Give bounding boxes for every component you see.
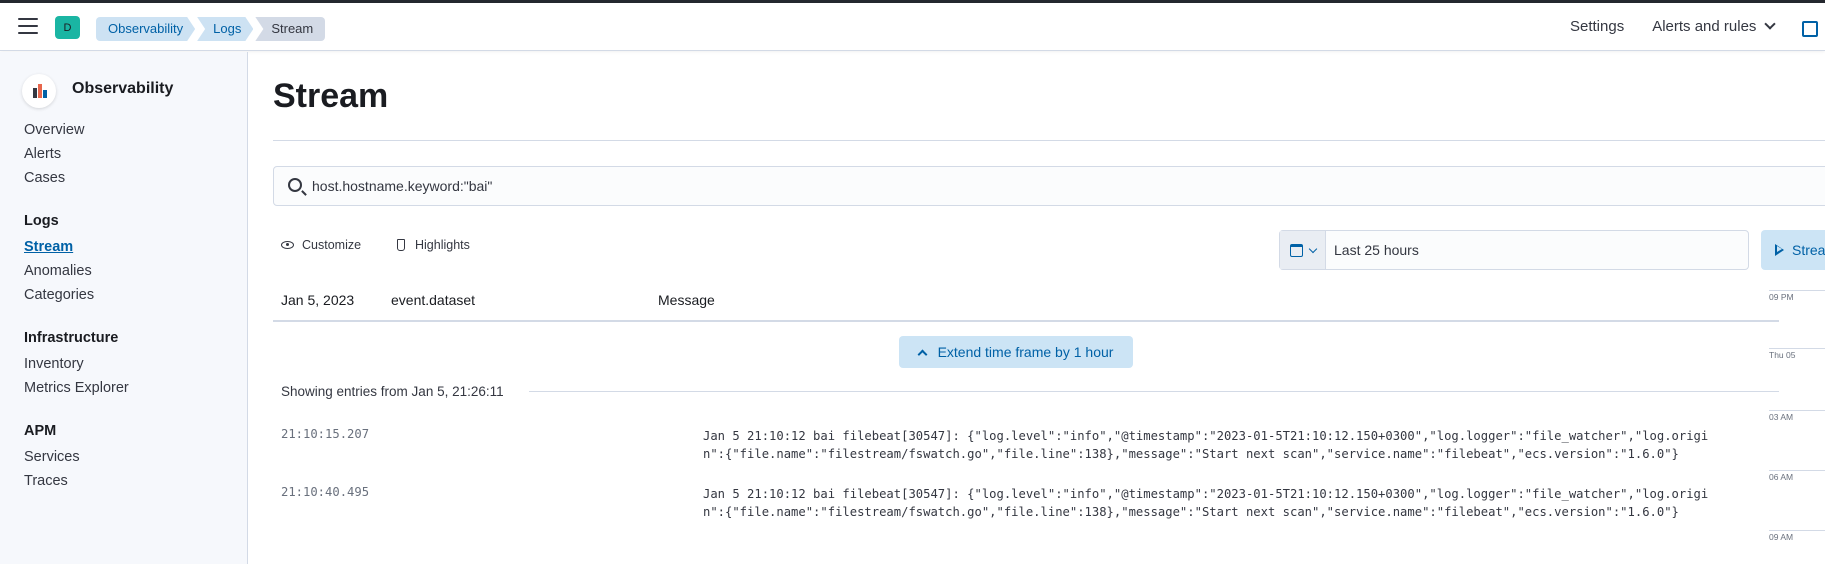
- side-nav: Observability Overview Alerts Cases Logs…: [0, 52, 248, 564]
- add-data-icon[interactable]: [1802, 21, 1818, 37]
- highlights-label: Highlights: [415, 238, 470, 252]
- breadcrumb-logs[interactable]: Logs: [197, 17, 253, 41]
- sidebar-item-inventory[interactable]: Inventory: [24, 356, 84, 372]
- breadcrumb-stream: Stream: [255, 17, 326, 41]
- column-header-message: Message: [658, 292, 715, 308]
- customize-button[interactable]: Customize: [281, 238, 361, 252]
- search-bar: [273, 166, 1825, 206]
- sidebar-item-services[interactable]: Services: [24, 449, 80, 465]
- stream-button-label: Strea: [1792, 242, 1825, 258]
- menu-icon[interactable]: [18, 18, 38, 34]
- sidebar-item-overview[interactable]: Overview: [24, 122, 84, 138]
- log-entry-row[interactable]: 21:10:40.495 Jan 5 21:10:12 bai filebeat…: [273, 485, 1779, 551]
- log-timestamp: 21:10:15.207: [281, 427, 370, 441]
- observability-logo-icon: [22, 74, 56, 108]
- extend-label: Extend time frame by 1 hour: [937, 344, 1114, 360]
- column-headers: Jan 5, 2023 event.dataset Message: [273, 292, 1779, 322]
- sidebar-item-cases[interactable]: Cases: [24, 170, 65, 186]
- eye-icon: [281, 241, 294, 249]
- chevron-up-icon: [917, 349, 928, 359]
- main-content: Stream Customize Highlights Last 25 hour…: [249, 52, 1825, 564]
- minimap-tick: 06 AM: [1769, 470, 1825, 482]
- search-icon: [288, 178, 302, 192]
- sidebar-group-apm: APM: [24, 423, 57, 439]
- breadcrumb: Observability Logs Stream: [96, 17, 327, 41]
- chevron-down-icon: [1308, 244, 1317, 253]
- sidebar-item-categories[interactable]: Categories: [24, 287, 94, 303]
- log-message: Jan 5 21:10:12 bai filebeat[30547]: {"lo…: [703, 429, 1709, 461]
- global-header: D Observability Logs Stream Settings Ale…: [0, 3, 1825, 51]
- sidebar-item-metrics-explorer[interactable]: Metrics Explorer: [24, 380, 129, 396]
- log-minimap[interactable]: 09 PM Thu 05 03 AM 06 AM 09 AM: [1769, 272, 1825, 564]
- title-divider: [273, 140, 1825, 141]
- extend-time-frame-button[interactable]: Extend time frame by 1 hour: [899, 336, 1133, 368]
- date-picker: Last 25 hours: [1279, 230, 1749, 270]
- highlights-button[interactable]: Highlights: [397, 238, 470, 252]
- sidebar-title: Observability: [72, 80, 174, 97]
- space-avatar[interactable]: D: [55, 16, 80, 39]
- search-input[interactable]: [312, 167, 1812, 205]
- alerts-and-rules-label: Alerts and rules: [1652, 18, 1757, 35]
- showing-divider: [529, 391, 1779, 392]
- alerts-and-rules-menu[interactable]: Alerts and rules: [1652, 18, 1777, 35]
- sidebar-group-infrastructure: Infrastructure: [24, 330, 119, 346]
- log-entry-row[interactable]: 21:10:15.207 Jan 5 21:10:12 bai filebeat…: [273, 427, 1779, 493]
- minimap-tick: Thu 05: [1769, 348, 1825, 360]
- calendar-icon: [1289, 243, 1303, 257]
- sidebar-item-anomalies[interactable]: Anomalies: [24, 263, 92, 279]
- minimap-tick: 03 AM: [1769, 410, 1825, 422]
- breadcrumb-observability[interactable]: Observability: [96, 17, 195, 41]
- highlighter-icon: [397, 239, 405, 251]
- minimap-tick: 09 AM: [1769, 530, 1825, 542]
- minimap-tick: 09 PM: [1769, 290, 1825, 302]
- log-timestamp: 21:10:40.495: [281, 485, 370, 499]
- time-range-display[interactable]: Last 25 hours: [1326, 231, 1419, 269]
- sidebar-group-logs: Logs: [24, 213, 59, 229]
- column-header-dataset: event.dataset: [391, 292, 476, 308]
- chevron-down-icon: [1764, 18, 1777, 30]
- page-title: Stream: [273, 77, 389, 115]
- sidebar-item-traces[interactable]: Traces: [24, 473, 68, 489]
- play-icon: [1775, 244, 1784, 256]
- showing-entries-text: Showing entries from Jan 5, 21:26:11: [281, 384, 504, 399]
- customize-label: Customize: [302, 238, 362, 252]
- settings-link[interactable]: Settings: [1570, 18, 1624, 35]
- sidebar-item-stream[interactable]: Stream: [24, 239, 73, 255]
- quick-menu-toggle[interactable]: [1280, 231, 1326, 269]
- column-header-date: Jan 5, 2023: [281, 292, 355, 308]
- log-message: Jan 5 21:10:12 bai filebeat[30547]: {"lo…: [703, 487, 1709, 519]
- stream-live-button[interactable]: Strea: [1761, 230, 1825, 270]
- sidebar-item-alerts[interactable]: Alerts: [24, 146, 61, 162]
